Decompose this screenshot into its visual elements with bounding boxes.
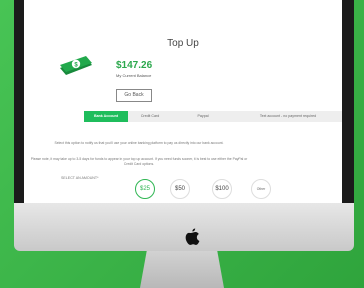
tab-credit-card[interactable]: Credit Card	[128, 111, 172, 122]
page-title: Top Up	[167, 38, 199, 49]
amount-option-100[interactable]: $100	[212, 179, 232, 199]
money-stack-icon: $	[60, 56, 92, 75]
screen: Top Up $ $147.26 My Current Balance Go B…	[24, 0, 342, 203]
go-back-button[interactable]: Go Back	[116, 89, 152, 102]
tab-bank-account[interactable]: Bank Account	[84, 111, 128, 122]
monitor-stand	[140, 251, 224, 288]
amount-option-50[interactable]: $50	[170, 179, 190, 199]
payment-tabs: Bank Account Credit Card Paypal Text acc…	[84, 111, 342, 122]
amount-label: SELECT AN AMOUNT*	[61, 176, 99, 180]
amount-option-other[interactable]: Other	[251, 179, 271, 199]
description-line-2: Please note, it may take up to 3-5 days …	[30, 157, 248, 166]
description-line-1: Select this option to notify us that you…	[54, 141, 224, 145]
amount-option-25[interactable]: $25	[135, 179, 155, 199]
balance-label: My Current Balance	[116, 73, 152, 78]
balance-amount: $147.26	[116, 60, 153, 71]
apple-logo-icon	[185, 228, 200, 245]
tab-paypal[interactable]: Paypal	[172, 111, 234, 122]
tab-text-account[interactable]: Text account - no payment required	[234, 111, 342, 122]
